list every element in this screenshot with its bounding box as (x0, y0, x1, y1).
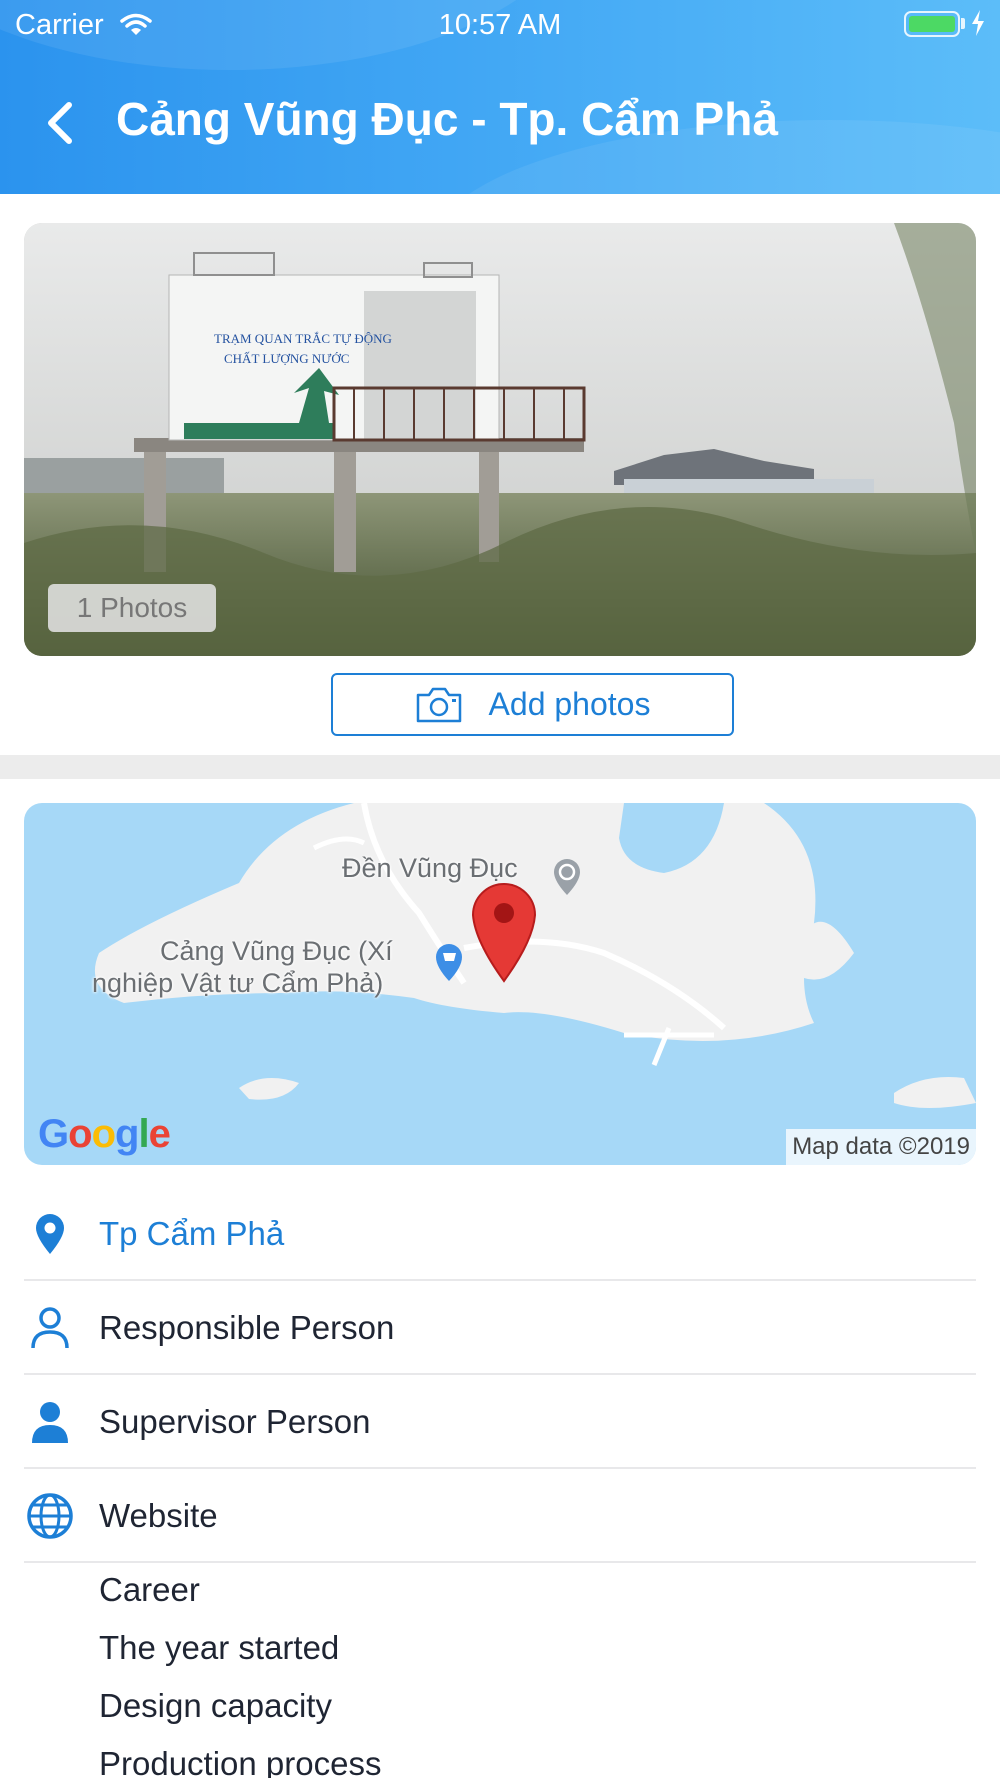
location-pin-icon (24, 1187, 76, 1281)
battery-tip (961, 18, 965, 29)
charging-bolt-icon (971, 10, 985, 44)
sign-line-2: CHẤT LƯỢNG NƯỚC (224, 351, 349, 366)
map-label-port-line2: nghiệp Vật tư Cẩm Phả) (92, 968, 384, 998)
website-row[interactable]: Website (24, 1469, 976, 1563)
status-bar: Carrier 10:57 AM (0, 0, 1000, 50)
page-title: Cảng Vũng Đục - Tp. Cẩm Phả (116, 93, 778, 145)
back-button[interactable] (30, 88, 90, 158)
person-filled-icon (24, 1375, 76, 1469)
add-photos-label: Add photos (488, 686, 651, 722)
globe-icon (24, 1469, 76, 1563)
camera-icon (416, 687, 461, 722)
map-attribution: Map data ©2019 (786, 1129, 976, 1165)
supervisor-person-row[interactable]: Supervisor Person (24, 1375, 976, 1469)
website-label: Website (99, 1497, 218, 1534)
detail-year-started: The year started (99, 1629, 340, 1666)
clock: 10:57 AM (438, 9, 562, 41)
supervisor-person-label: Supervisor Person (99, 1403, 371, 1440)
battery-icon (904, 11, 960, 37)
sign-line-1: TRẠM QUAN TRẮC TỰ ĐỘNG (214, 331, 392, 346)
place-photo[interactable]: TRẠM QUAN TRẮC TỰ ĐỘNG CHẤT LƯỢNG NƯỚC 1… (24, 223, 976, 656)
detail-production-process: Production process (99, 1745, 382, 1778)
responsible-person-label: Responsible Person (99, 1309, 395, 1346)
location-label: Tp Cẩm Phả (99, 1215, 285, 1252)
add-photos-button[interactable]: Add photos (331, 673, 734, 736)
map-label-port-line1: Cảng Vũng Đục (Xí (160, 936, 393, 966)
shopping-poi-icon[interactable] (432, 941, 466, 983)
section-divider (0, 755, 1000, 779)
detail-design-capacity: Design capacity (99, 1687, 332, 1724)
responsible-person-row[interactable]: Responsible Person (24, 1281, 976, 1375)
location-map[interactable]: Đền Vũng Đục Cảng Vũng Đục (Xí nghiệp Vậ… (24, 803, 976, 1165)
temple-poi-icon[interactable] (550, 857, 584, 897)
detail-career: Career (99, 1571, 200, 1608)
map-pin-icon[interactable] (469, 879, 539, 983)
nav-header: Carrier 10:57 AM Cảng Vũng Đục - Tp. Cẩm… (0, 0, 1000, 194)
photo-count-badge: 1 Photos (48, 584, 216, 632)
location-row[interactable]: Tp Cẩm Phả (24, 1187, 976, 1281)
person-outline-icon (24, 1281, 76, 1375)
chevron-left-icon (48, 102, 72, 144)
google-logo: Google (38, 1112, 171, 1156)
